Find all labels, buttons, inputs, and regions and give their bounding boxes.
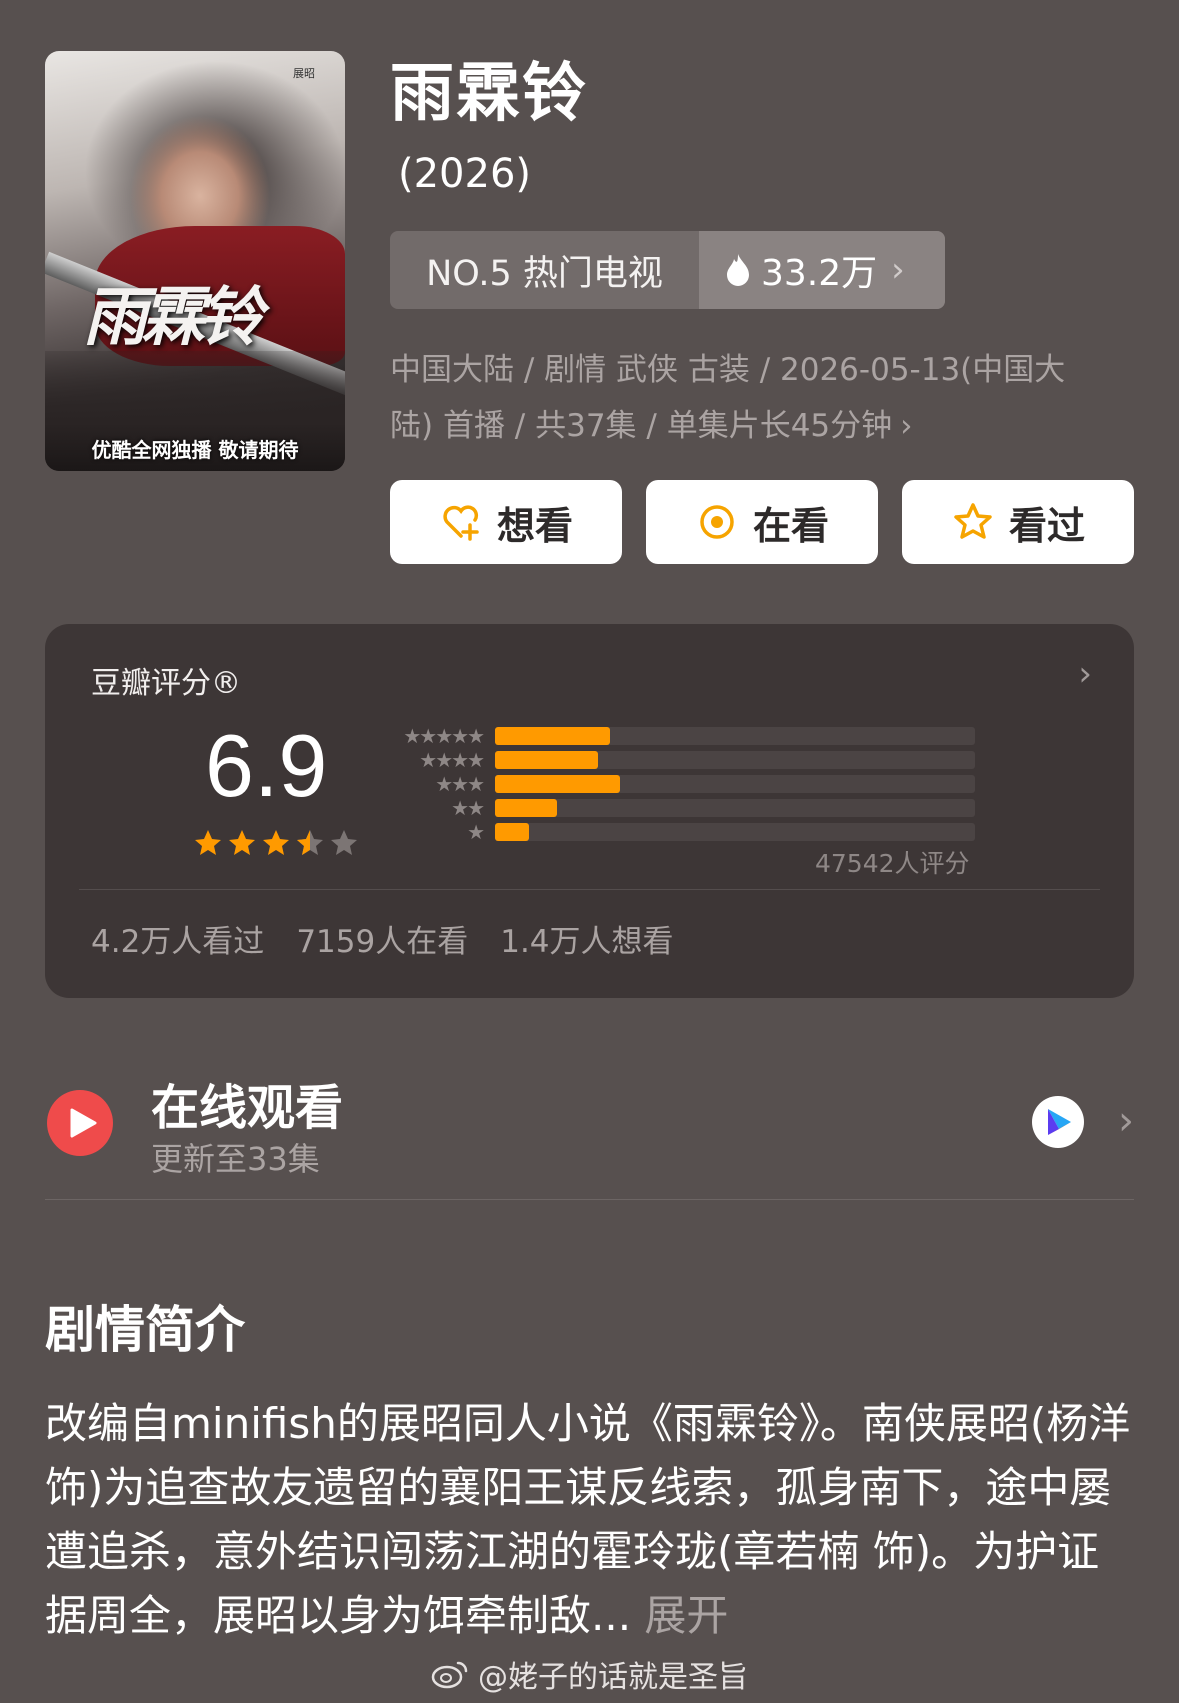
heart-plus-icon — [443, 505, 479, 541]
youku-logo-icon — [1032, 1096, 1084, 1148]
dist-track — [495, 799, 975, 817]
watching-count: 7159人在看 — [296, 924, 469, 960]
synopsis-title: 剧情简介 — [45, 1301, 245, 1359]
five-stars-icon: ★★★★★ — [403, 724, 485, 748]
want-label: 想看 — [496, 503, 573, 548]
rank-pill[interactable]: NO.5 热门电视 33.2万 › — [390, 231, 945, 309]
heat-value-area[interactable]: 33.2万 › — [699, 231, 945, 309]
dist-bar-3 — [495, 775, 620, 793]
synopsis-text: 改编自minifish的展昭同人小说《雨霖铃》。南侠展昭(杨洋 饰)为追查故友遗… — [45, 1399, 1131, 1640]
poster-calligraphy: 雨霖铃 — [83, 280, 263, 355]
weibo-icon — [431, 1661, 468, 1689]
dist-bar-2 — [495, 799, 558, 817]
online-watch-subtitle: 更新至33集 — [151, 1140, 320, 1178]
dist-row-5-stars: ★★★★★ — [385, 724, 1025, 748]
dist-track — [495, 727, 975, 745]
poster-tagline: 优酷全网独播 敬请期待 — [91, 438, 299, 462]
chevron-right-icon: › — [1078, 654, 1092, 694]
audience-counts: 4.2万人看过 7159人在看 1.4万人想看 — [91, 916, 674, 961]
chevron-right-icon: › — [1118, 1098, 1134, 1144]
chevron-right-icon: › — [891, 250, 905, 290]
watching-button[interactable]: 在看 — [646, 480, 878, 564]
dist-bar-4 — [495, 751, 599, 769]
dist-row-2-stars: ★★ — [385, 796, 1025, 820]
rating-distribution: ★★★★★ ★★★★ ★★★ ★★ ★ — [385, 724, 1025, 844]
watched-label: 看过 — [1008, 503, 1085, 548]
rating-card[interactable]: 豆瓣评分® › 6.9 ★★★★★ ★★★★ ★★★ ★★ ★ 47542人评分… — [45, 624, 1134, 998]
want-count: 1.4万人想看 — [500, 924, 674, 960]
online-watch-row[interactable]: 在线观看 更新至33集 › — [45, 1060, 1134, 1200]
raters-count: 47542人评分 — [815, 849, 970, 878]
dist-bar-1 — [495, 823, 529, 841]
rating-stars — [193, 828, 359, 858]
play-icon — [47, 1090, 113, 1156]
dist-track — [495, 823, 975, 841]
star-outline-icon — [954, 503, 992, 539]
four-stars-icon: ★★★★ — [419, 748, 485, 772]
watching-label: 在看 — [752, 503, 829, 548]
release-year: (2026) — [398, 151, 532, 197]
two-stars-icon: ★★ — [451, 796, 485, 820]
rating-score: 6.9 — [205, 716, 328, 815]
star-full-icon — [263, 830, 289, 855]
target-icon — [700, 505, 734, 539]
dist-row-4-stars: ★★★★ — [385, 748, 1025, 772]
page-title: 雨霖铃 — [390, 57, 588, 131]
expand-link[interactable]: 展开 — [644, 1591, 728, 1640]
chevron-right-icon: › — [900, 408, 913, 444]
divider — [79, 889, 1100, 890]
one-star-icon: ★ — [467, 820, 485, 844]
flame-icon — [727, 254, 749, 286]
dist-track — [495, 751, 975, 769]
poster-name-tag: 展昭 — [293, 67, 315, 80]
star-half-icon — [297, 830, 323, 855]
watched-button[interactable]: 看过 — [902, 480, 1134, 564]
action-buttons: 想看 在看 看过 — [390, 480, 1134, 564]
three-stars-icon: ★★★ — [435, 772, 485, 796]
star-full-icon — [195, 830, 221, 855]
page: 展昭 雨霖铃 优酷全网独播 敬请期待 雨霖铃 (2026) NO.5 热门电视 … — [0, 0, 1179, 1703]
watched-count: 4.2万人看过 — [91, 924, 265, 960]
dist-row-1-star: ★ — [385, 820, 1025, 844]
dist-row-3-stars: ★★★ — [385, 772, 1025, 796]
meta-info[interactable]: 中国大陆 / 剧情 武侠 古装 / 2026-05-13(中国大 陆) 首播 /… — [390, 342, 1120, 454]
dist-bar-5 — [495, 727, 611, 745]
star-full-icon — [229, 830, 255, 855]
meta-line-2: 陆) 首播 / 共37集 / 单集片长45分钟 — [390, 408, 893, 444]
watermark: @姥子的话就是圣旨 — [430, 1652, 748, 1696]
synopsis-body: 改编自minifish的展昭同人小说《雨霖铃》。南侠展昭(杨洋 饰)为追查故友遗… — [45, 1392, 1140, 1648]
rating-label: 豆瓣评分® — [91, 666, 241, 701]
heat-value: 33.2万 — [761, 253, 878, 294]
rank-label: NO.5 热门电视 — [426, 253, 663, 294]
poster-image[interactable]: 展昭 雨霖铃 优酷全网独播 敬请期待 — [45, 51, 345, 471]
watermark-text: @姥子的话就是圣旨 — [478, 1660, 748, 1695]
want-to-watch-button[interactable]: 想看 — [390, 480, 622, 564]
meta-line-1: 中国大陆 / 剧情 武侠 古装 / 2026-05-13(中国大 — [390, 352, 1066, 388]
online-watch-title: 在线观看 — [151, 1080, 344, 1136]
star-empty-icon — [331, 830, 357, 855]
dist-track — [495, 775, 975, 793]
